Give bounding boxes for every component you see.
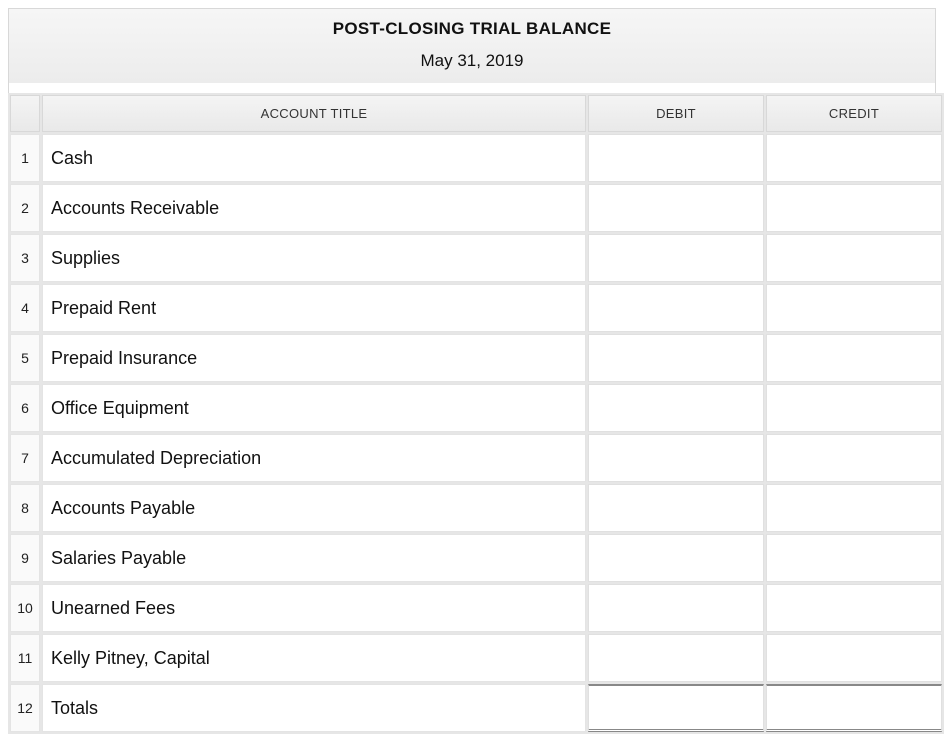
account-title-cell: Kelly Pitney, Capital <box>42 634 586 682</box>
debit-cell <box>588 184 764 232</box>
row-number: 6 <box>10 384 40 432</box>
title-spacer <box>8 83 936 93</box>
credit-input[interactable] <box>767 485 941 531</box>
credit-cell <box>766 634 942 682</box>
debit-cell <box>588 134 764 182</box>
debit-input[interactable] <box>589 435 763 481</box>
account-title-cell: Accumulated Depreciation <box>42 434 586 482</box>
debit-input[interactable] <box>589 135 763 181</box>
credit-input[interactable] <box>767 686 941 729</box>
debit-input[interactable] <box>589 686 763 729</box>
debit-input[interactable] <box>589 535 763 581</box>
row-number: 2 <box>10 184 40 232</box>
account-title-cell: Supplies <box>42 234 586 282</box>
credit-input[interactable] <box>767 335 941 381</box>
debit-cell <box>588 484 764 532</box>
debit-cell <box>588 434 764 482</box>
account-title-cell: Cash <box>42 134 586 182</box>
row-number: 4 <box>10 284 40 332</box>
account-title-cell: Prepaid Rent <box>42 284 586 332</box>
col-header-rownum <box>10 95 40 132</box>
credit-cell <box>766 234 942 282</box>
debit-cell <box>588 384 764 432</box>
table-row: 2Accounts Receivable <box>10 184 942 232</box>
account-title-cell: Accounts Payable <box>42 484 586 532</box>
row-number: 7 <box>10 434 40 482</box>
credit-input[interactable] <box>767 635 941 681</box>
credit-input[interactable] <box>767 185 941 231</box>
account-title-cell: Unearned Fees <box>42 584 586 632</box>
debit-cell <box>588 234 764 282</box>
row-number: 5 <box>10 334 40 382</box>
debit-input[interactable] <box>589 385 763 431</box>
credit-input[interactable] <box>767 535 941 581</box>
debit-cell <box>588 584 764 632</box>
table-row: 10Unearned Fees <box>10 584 942 632</box>
table-row: 4Prepaid Rent <box>10 284 942 332</box>
table-row: 1Cash <box>10 134 942 182</box>
credit-cell <box>766 334 942 382</box>
debit-cell <box>588 334 764 382</box>
col-header-debit: DEBIT <box>588 95 764 132</box>
debit-cell <box>588 284 764 332</box>
credit-cell <box>766 534 942 582</box>
account-title-cell: Accounts Receivable <box>42 184 586 232</box>
debit-input[interactable] <box>589 185 763 231</box>
credit-input[interactable] <box>767 285 941 331</box>
credit-cell <box>766 284 942 332</box>
table-row: 12Totals <box>10 684 942 732</box>
debit-input[interactable] <box>589 585 763 631</box>
account-title-cell: Prepaid Insurance <box>42 334 586 382</box>
row-number: 10 <box>10 584 40 632</box>
account-title-cell: Totals <box>42 684 586 732</box>
title-block: POST-CLOSING TRIAL BALANCE May 31, 2019 <box>8 8 936 83</box>
account-title-cell: Office Equipment <box>42 384 586 432</box>
sheet-title: POST-CLOSING TRIAL BALANCE <box>9 19 935 39</box>
debit-input[interactable] <box>589 485 763 531</box>
credit-input[interactable] <box>767 585 941 631</box>
credit-cell <box>766 684 942 732</box>
credit-input[interactable] <box>767 235 941 281</box>
credit-input[interactable] <box>767 135 941 181</box>
row-number: 9 <box>10 534 40 582</box>
credit-cell <box>766 384 942 432</box>
trial-balance-table: ACCOUNT TITLE DEBIT CREDIT 1Cash2Account… <box>8 93 944 734</box>
table-row: 3Supplies <box>10 234 942 282</box>
table-row: 7Accumulated Depreciation <box>10 434 942 482</box>
credit-cell <box>766 184 942 232</box>
account-title-cell: Salaries Payable <box>42 534 586 582</box>
credit-input[interactable] <box>767 435 941 481</box>
debit-input[interactable] <box>589 285 763 331</box>
credit-cell <box>766 134 942 182</box>
row-number: 8 <box>10 484 40 532</box>
debit-cell <box>588 684 764 732</box>
col-header-credit: CREDIT <box>766 95 942 132</box>
table-row: 6Office Equipment <box>10 384 942 432</box>
row-number: 11 <box>10 634 40 682</box>
column-header-row: ACCOUNT TITLE DEBIT CREDIT <box>10 95 942 132</box>
col-header-account: ACCOUNT TITLE <box>42 95 586 132</box>
row-number: 3 <box>10 234 40 282</box>
debit-input[interactable] <box>589 235 763 281</box>
table-row: 11Kelly Pitney, Capital <box>10 634 942 682</box>
debit-input[interactable] <box>589 635 763 681</box>
credit-input[interactable] <box>767 385 941 431</box>
credit-cell <box>766 484 942 532</box>
row-number: 1 <box>10 134 40 182</box>
table-row: 9Salaries Payable <box>10 534 942 582</box>
debit-cell <box>588 534 764 582</box>
debit-cell <box>588 634 764 682</box>
sheet-date: May 31, 2019 <box>9 51 935 71</box>
table-row: 8Accounts Payable <box>10 484 942 532</box>
debit-input[interactable] <box>589 335 763 381</box>
credit-cell <box>766 584 942 632</box>
trial-balance-sheet: POST-CLOSING TRIAL BALANCE May 31, 2019 … <box>8 8 936 734</box>
table-row: 5Prepaid Insurance <box>10 334 942 382</box>
credit-cell <box>766 434 942 482</box>
row-number: 12 <box>10 684 40 732</box>
